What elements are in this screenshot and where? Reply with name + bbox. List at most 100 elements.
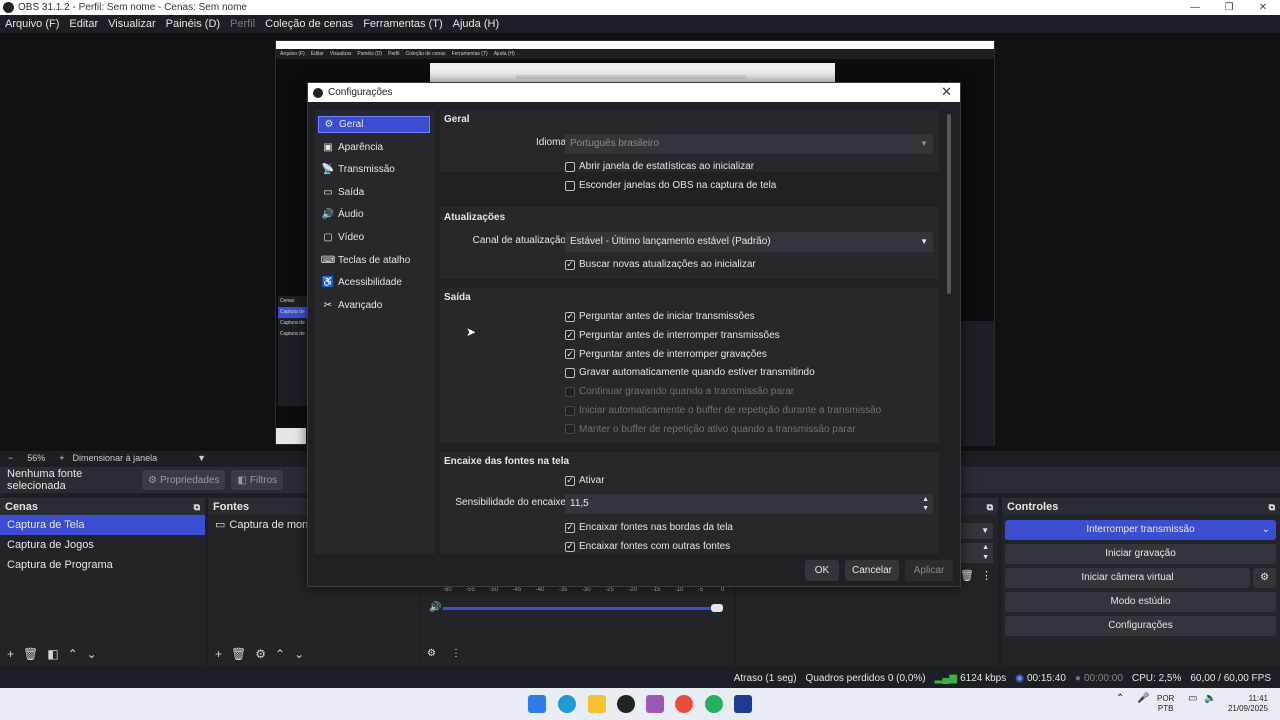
volume-slider-track[interactable] bbox=[443, 607, 723, 610]
edge-icon[interactable] bbox=[558, 695, 576, 713]
zoom-mode[interactable]: Dimensionar à janela bbox=[73, 453, 158, 463]
file-explorer-icon[interactable] bbox=[588, 695, 606, 713]
zoom-in-button[interactable]: + bbox=[59, 453, 64, 463]
move-up-icon[interactable]: ⌃ bbox=[68, 647, 78, 661]
undock-icon[interactable]: ⧉ bbox=[194, 499, 200, 515]
network-icon[interactable]: ▭ bbox=[1188, 694, 1197, 704]
settings-nav-item[interactable]: ⌨ Teclas de atalho bbox=[318, 252, 430, 269]
language-select[interactable]: Português brasileiro ▼ bbox=[565, 134, 933, 154]
trash-icon[interactable]: 🗑 bbox=[960, 569, 974, 582]
minimize-button[interactable]: — bbox=[1178, 0, 1212, 15]
volume-slider-handle[interactable] bbox=[711, 604, 723, 612]
snap-other-sources-checkbox[interactable]: ✓ Encaixar fontes com outras fontes bbox=[565, 541, 730, 552]
menu-arquivo[interactable]: Arquivo (F) bbox=[5, 18, 59, 30]
mixer-menu-icon[interactable]: ⋮ bbox=[451, 648, 461, 659]
undock-icon[interactable]: ⧉ bbox=[1269, 499, 1275, 515]
scrollbar[interactable] bbox=[947, 114, 951, 294]
checkbox-box[interactable] bbox=[565, 367, 575, 378]
checkbox-box[interactable]: ✓ bbox=[565, 259, 575, 270]
snapping-enable-checkbox[interactable]: ✓ Ativar bbox=[565, 475, 605, 486]
output-option-checkbox[interactable]: ✓ Perguntar antes de iniciar transmissões bbox=[565, 311, 755, 322]
filter-icon[interactable]: ◧ bbox=[47, 647, 58, 661]
zoom-out-button[interactable]: − bbox=[8, 453, 13, 463]
snap-sensitivity-spinner[interactable]: 11,5 ▲ ▼ bbox=[565, 494, 933, 514]
menu-colecao-cenas[interactable]: Coleção de cenas bbox=[265, 18, 353, 30]
checkbox-box[interactable] bbox=[565, 180, 575, 191]
microphone-icon[interactable]: 🎤 bbox=[1137, 694, 1149, 704]
settings-nav-item[interactable]: 📡 Transmissão bbox=[318, 161, 430, 178]
app-icon[interactable] bbox=[646, 695, 664, 713]
scene-item[interactable]: Captura de Tela bbox=[0, 515, 205, 535]
language-indicator[interactable]: POR PTB bbox=[1157, 694, 1174, 714]
apply-button[interactable]: Aplicar bbox=[905, 560, 953, 581]
menu-visualizar[interactable]: Visualizar bbox=[108, 18, 156, 30]
close-window-button[interactable]: ✕ bbox=[1246, 0, 1280, 15]
menu-icon[interactable]: ⋮ bbox=[981, 569, 992, 582]
settings-button[interactable]: Configurações bbox=[1005, 616, 1276, 636]
ok-button[interactable]: OK bbox=[805, 560, 839, 581]
zoom-mode-dropdown-icon[interactable]: ▼ bbox=[197, 453, 206, 463]
properties-button[interactable]: ⚙ Propriedades bbox=[142, 470, 226, 490]
maximize-button[interactable]: ❐ bbox=[1212, 0, 1246, 15]
windows-start-icon[interactable] bbox=[528, 695, 546, 713]
settings-nav-item[interactable]: ▭ Saída bbox=[318, 184, 430, 201]
speaker-icon[interactable]: 🔊 bbox=[429, 602, 441, 613]
duration-spinner[interactable]: ▲ ▼ bbox=[961, 543, 993, 563]
menu-ferramentas[interactable]: Ferramentas (T) bbox=[363, 18, 442, 30]
output-option-checkbox[interactable]: Gravar automaticamente quando estiver tr… bbox=[565, 367, 815, 378]
menu-perfil[interactable]: Perfil bbox=[230, 18, 255, 30]
snap-screen-edges-checkbox[interactable]: ✓ Encaixar fontes nas bordas da tela bbox=[565, 522, 733, 533]
mixer-settings-icon[interactable]: ⚙ bbox=[427, 648, 436, 659]
app-icon[interactable] bbox=[734, 695, 752, 713]
menu-editar[interactable]: Editar bbox=[69, 18, 98, 30]
hide-windows-checkbox[interactable]: Esconder janelas do OBS na captura de te… bbox=[565, 180, 776, 191]
settings-nav-item[interactable]: ♿ Acessibilidade bbox=[318, 274, 430, 291]
checkbox-box[interactable]: ✓ bbox=[565, 311, 575, 322]
checkbox-box[interactable] bbox=[565, 161, 575, 172]
close-icon[interactable]: ✕ bbox=[941, 84, 952, 100]
stop-stream-button[interactable]: Interromper transmissão ⌄ bbox=[1005, 520, 1276, 540]
checkbox-box[interactable]: ✓ bbox=[565, 475, 575, 486]
chrome-icon[interactable] bbox=[675, 695, 693, 713]
checkbox-box[interactable]: ✓ bbox=[565, 349, 575, 360]
cancel-button[interactable]: Cancelar bbox=[845, 560, 899, 581]
output-option-checkbox[interactable]: ✓ Perguntar antes de interromper transmis… bbox=[565, 330, 780, 341]
undock-icon[interactable]: ⧉ bbox=[987, 499, 993, 515]
spinner-arrows-icon[interactable]: ▲ ▼ bbox=[922, 495, 929, 513]
move-down-icon[interactable]: ⌄ bbox=[87, 647, 97, 661]
transition-select[interactable]: ▼ bbox=[961, 523, 993, 539]
menu-paineis[interactable]: Painéis (D) bbox=[166, 18, 220, 30]
virtual-camera-settings-button[interactable]: ⚙ bbox=[1253, 568, 1276, 588]
settings-nav-item[interactable]: 🔊 Áudio bbox=[318, 206, 430, 223]
studio-mode-button[interactable]: Modo estúdio bbox=[1005, 592, 1276, 612]
move-down-icon[interactable]: ⌄ bbox=[294, 647, 304, 661]
checkbox-box[interactable]: ✓ bbox=[565, 541, 575, 552]
chevron-down-icon[interactable]: ⌄ bbox=[1262, 520, 1270, 540]
settings-nav-item[interactable]: ▢ Vídeo bbox=[318, 229, 430, 246]
settings-nav-item[interactable]: ✂ Avançado bbox=[318, 297, 430, 314]
check-updates-checkbox[interactable]: ✓ Buscar novas atualizações ao inicializa… bbox=[565, 259, 756, 270]
volume-icon[interactable]: 🔈 bbox=[1204, 694, 1216, 704]
scene-item[interactable]: Captura de Jogos bbox=[0, 535, 205, 555]
settings-nav-item[interactable]: ⚙ Geral bbox=[318, 116, 430, 133]
filters-button[interactable]: ◧ Filtros bbox=[231, 470, 284, 490]
obs-taskbar-icon[interactable] bbox=[617, 695, 635, 713]
add-icon[interactable]: + bbox=[7, 647, 14, 661]
checkbox-box[interactable]: ✓ bbox=[565, 522, 575, 533]
open-stats-checkbox[interactable]: Abrir janela de estatísticas ao iniciali… bbox=[565, 161, 754, 172]
show-hidden-icons[interactable]: ⌃ bbox=[1116, 694, 1124, 704]
add-icon[interactable]: + bbox=[215, 647, 222, 661]
trash-icon[interactable]: 🗑 bbox=[23, 647, 38, 661]
checkbox-box[interactable]: ✓ bbox=[565, 330, 575, 341]
chrome-profile-icon[interactable] bbox=[705, 695, 723, 713]
gear-icon[interactable]: ⚙ bbox=[255, 647, 266, 661]
start-virtual-camera-button[interactable]: Iniciar câmera virtual bbox=[1005, 568, 1250, 588]
update-channel-select[interactable]: Estável - Último lançamento estável (Pad… bbox=[565, 232, 933, 252]
menu-ajuda[interactable]: Ajuda (H) bbox=[453, 18, 499, 30]
output-option-checkbox[interactable]: ✓ Perguntar antes de interromper gravaçõe… bbox=[565, 349, 767, 360]
start-recording-button[interactable]: Iniciar gravação bbox=[1005, 544, 1276, 564]
trash-icon[interactable]: 🗑 bbox=[231, 647, 246, 661]
move-up-icon[interactable]: ⌃ bbox=[275, 647, 285, 661]
settings-nav-item[interactable]: ▣ Aparência bbox=[318, 139, 430, 156]
scene-item[interactable]: Captura de Programa bbox=[0, 555, 205, 575]
